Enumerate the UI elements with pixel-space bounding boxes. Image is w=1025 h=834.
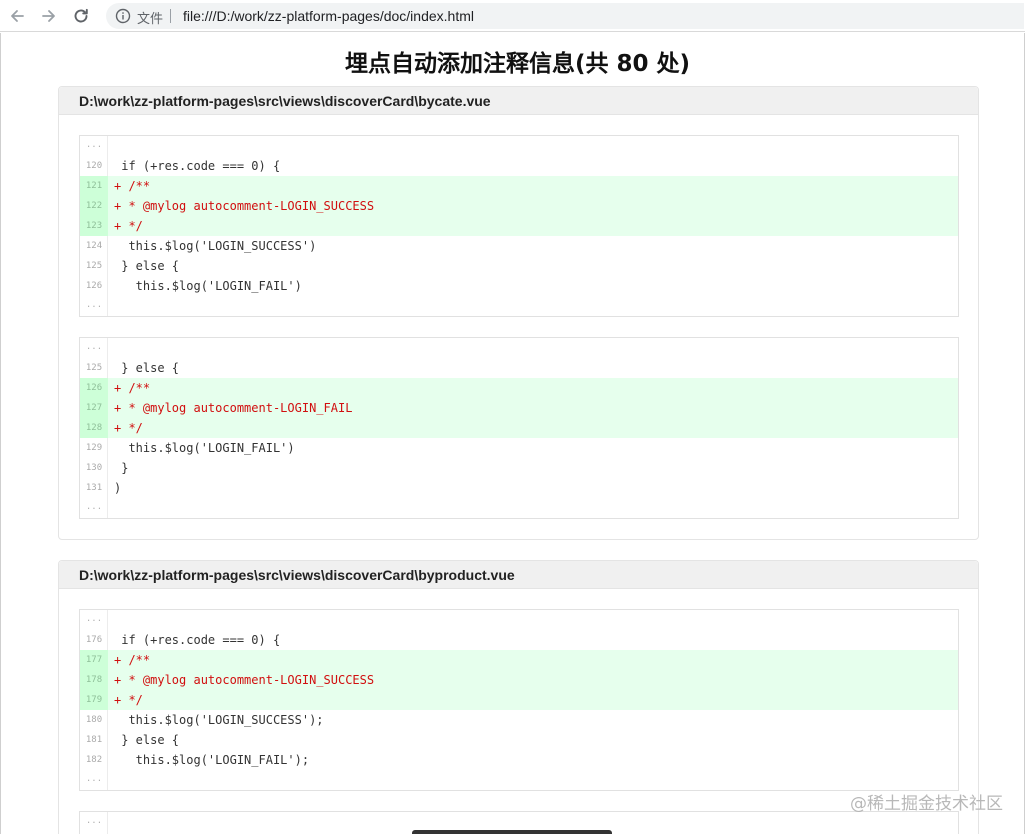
- ellipsis-marker: ...: [85, 342, 103, 352]
- line-number: 130: [85, 463, 103, 473]
- code-text: this.$log('LOGIN_FAIL');: [114, 753, 310, 767]
- collapsed-lines-marker: ...: [80, 610, 958, 630]
- added-code-line: 126 + /**: [80, 378, 958, 398]
- context-code-line: 124 this.$log('LOGIN_SUCCESS'): [80, 236, 958, 256]
- line-number: 126: [85, 281, 103, 291]
- back-button[interactable]: [6, 5, 28, 27]
- code-text: + * @mylog autocomment-LOGIN_SUCCESS: [114, 199, 375, 213]
- code-text: this.$log('LOGIN_SUCCESS');: [114, 713, 324, 727]
- context-code-line: 180 this.$log('LOGIN_SUCCESS');: [80, 710, 958, 730]
- line-number: 124: [85, 241, 103, 251]
- code-text: if (+res.code === 0) {: [114, 633, 281, 647]
- code-text: + */: [114, 421, 143, 435]
- context-code-line: 130 }: [80, 458, 958, 478]
- code-text: + /**: [114, 381, 151, 395]
- line-number: 129: [85, 443, 103, 453]
- ellipsis-marker: ...: [85, 774, 103, 784]
- line-number: 177: [80, 650, 108, 670]
- line-number: 122: [80, 196, 108, 216]
- added-code-line: 177 + /**: [80, 650, 958, 670]
- file-path-header: D:\work\zz-platform-pages\src\views\disc…: [59, 561, 978, 589]
- line-number: 128: [80, 418, 108, 438]
- added-code-line: 123 + */: [80, 216, 958, 236]
- context-code-line: 181 } else {: [80, 730, 958, 750]
- context-code-line: 120 if (+res.code === 0) {: [80, 156, 958, 176]
- file-panel-byproduct: D:\work\zz-platform-pages\src\views\disc…: [58, 560, 979, 834]
- diff-hunk: ... 125 } else {126 + /** 127 + * @mylog aut…: [79, 337, 959, 519]
- ellipsis-marker: ...: [85, 140, 103, 150]
- code-text: + * @mylog autocomment-LOGIN_SUCCESS: [114, 673, 375, 687]
- url-text[interactable]: file:///D:/work/zz-platform-pages/doc/in…: [183, 8, 474, 24]
- code-text: }: [114, 461, 129, 475]
- added-code-line: 128 + */: [80, 418, 958, 438]
- forward-button[interactable]: [38, 5, 60, 27]
- watermark-text: @稀土掘金技术社区: [850, 794, 1003, 814]
- diff-hunk: ... 176 if (+res.code === 0) {177 + /** 178…: [79, 609, 959, 791]
- code-text: + * @mylog autocomment-LOGIN_FAIL: [114, 401, 353, 415]
- browser-toolbar: 文件 file:///D:/work/zz-platform-pages/doc…: [0, 0, 1025, 32]
- address-separator: [170, 9, 171, 23]
- context-code-line: 125 } else {: [80, 256, 958, 276]
- ellipsis-marker: ...: [85, 816, 103, 826]
- line-number: 181: [85, 735, 103, 745]
- added-code-line: 179 + */: [80, 690, 958, 710]
- ellipsis-marker: ...: [85, 300, 103, 310]
- code-text: } else {: [114, 361, 180, 375]
- context-code-line: 131): [80, 478, 958, 498]
- context-code-line: 176 if (+res.code === 0) {: [80, 630, 958, 650]
- collapsed-lines-marker: ...: [80, 770, 958, 790]
- code-text: this.$log('LOGIN_SUCCESS'): [114, 239, 317, 253]
- line-number: 182: [85, 755, 103, 765]
- line-number: 127: [80, 398, 108, 418]
- code-text: + */: [114, 219, 143, 233]
- code-text: } else {: [114, 733, 180, 747]
- added-code-line: 121 + /**: [80, 176, 958, 196]
- context-code-line: 129 this.$log('LOGIN_FAIL'): [80, 438, 958, 458]
- code-text: this.$log('LOGIN_FAIL'): [114, 441, 295, 455]
- page-title: 埋点自动添加注释信息(共 80 处): [344, 51, 691, 77]
- line-number: 125: [85, 261, 103, 271]
- arrow-left-icon: [11, 10, 24, 22]
- line-number: 179: [80, 690, 108, 710]
- added-code-line: 122 + * @mylog autocomment-LOGIN_SUCCESS: [80, 196, 958, 216]
- line-number: 126: [80, 378, 108, 398]
- code-text: + /**: [114, 653, 151, 667]
- line-number: 121: [80, 176, 108, 196]
- ellipsis-marker: ...: [85, 614, 103, 624]
- bottom-overlay-bar: [412, 830, 612, 834]
- collapsed-lines-marker: ...: [80, 812, 958, 832]
- collapsed-lines-marker: ...: [80, 338, 958, 358]
- context-code-line: 126 this.$log('LOGIN_FAIL'): [80, 276, 958, 296]
- file-path-header: D:\work\zz-platform-pages\src\views\disc…: [59, 87, 978, 115]
- reload-icon: [74, 8, 88, 23]
- scheme-label: 文件: [137, 12, 164, 27]
- context-code-line: 182 this.$log('LOGIN_FAIL');: [80, 750, 958, 770]
- code-text: if (+res.code === 0) {: [114, 159, 281, 173]
- code-text: this.$log('LOGIN_FAIL'): [114, 279, 302, 293]
- line-number: 176: [85, 635, 103, 645]
- reload-button[interactable]: [70, 5, 92, 27]
- added-code-line: 127 + * @mylog autocomment-LOGIN_FAIL: [80, 398, 958, 418]
- collapsed-lines-marker: ...: [80, 296, 958, 316]
- code-text: + /**: [114, 179, 151, 193]
- line-number: 125: [85, 363, 103, 373]
- code-text: ): [114, 481, 122, 495]
- line-number: 180: [85, 715, 103, 725]
- code-text: } else {: [114, 259, 180, 273]
- line-number: 120: [85, 161, 103, 171]
- line-number: 131: [85, 483, 103, 493]
- collapsed-lines-marker: ...: [80, 498, 958, 518]
- address-bar[interactable]: 文件 file:///D:/work/zz-platform-pages/doc…: [106, 3, 1024, 29]
- line-number: 178: [80, 670, 108, 690]
- context-code-line: 125 } else {: [80, 358, 958, 378]
- collapsed-lines-marker: ...: [80, 136, 958, 156]
- diff-hunk: ... 120 if (+res.code === 0) {121 + /** 122…: [79, 135, 959, 317]
- info-icon[interactable]: [115, 8, 131, 24]
- arrow-right-icon: [42, 10, 55, 22]
- line-number: 123: [80, 216, 108, 236]
- code-text: + */: [114, 693, 143, 707]
- file-panel-bycate: D:\work\zz-platform-pages\src\views\disc…: [58, 86, 979, 540]
- added-code-line: 178 + * @mylog autocomment-LOGIN_SUCCESS: [80, 670, 958, 690]
- ellipsis-marker: ...: [85, 502, 103, 512]
